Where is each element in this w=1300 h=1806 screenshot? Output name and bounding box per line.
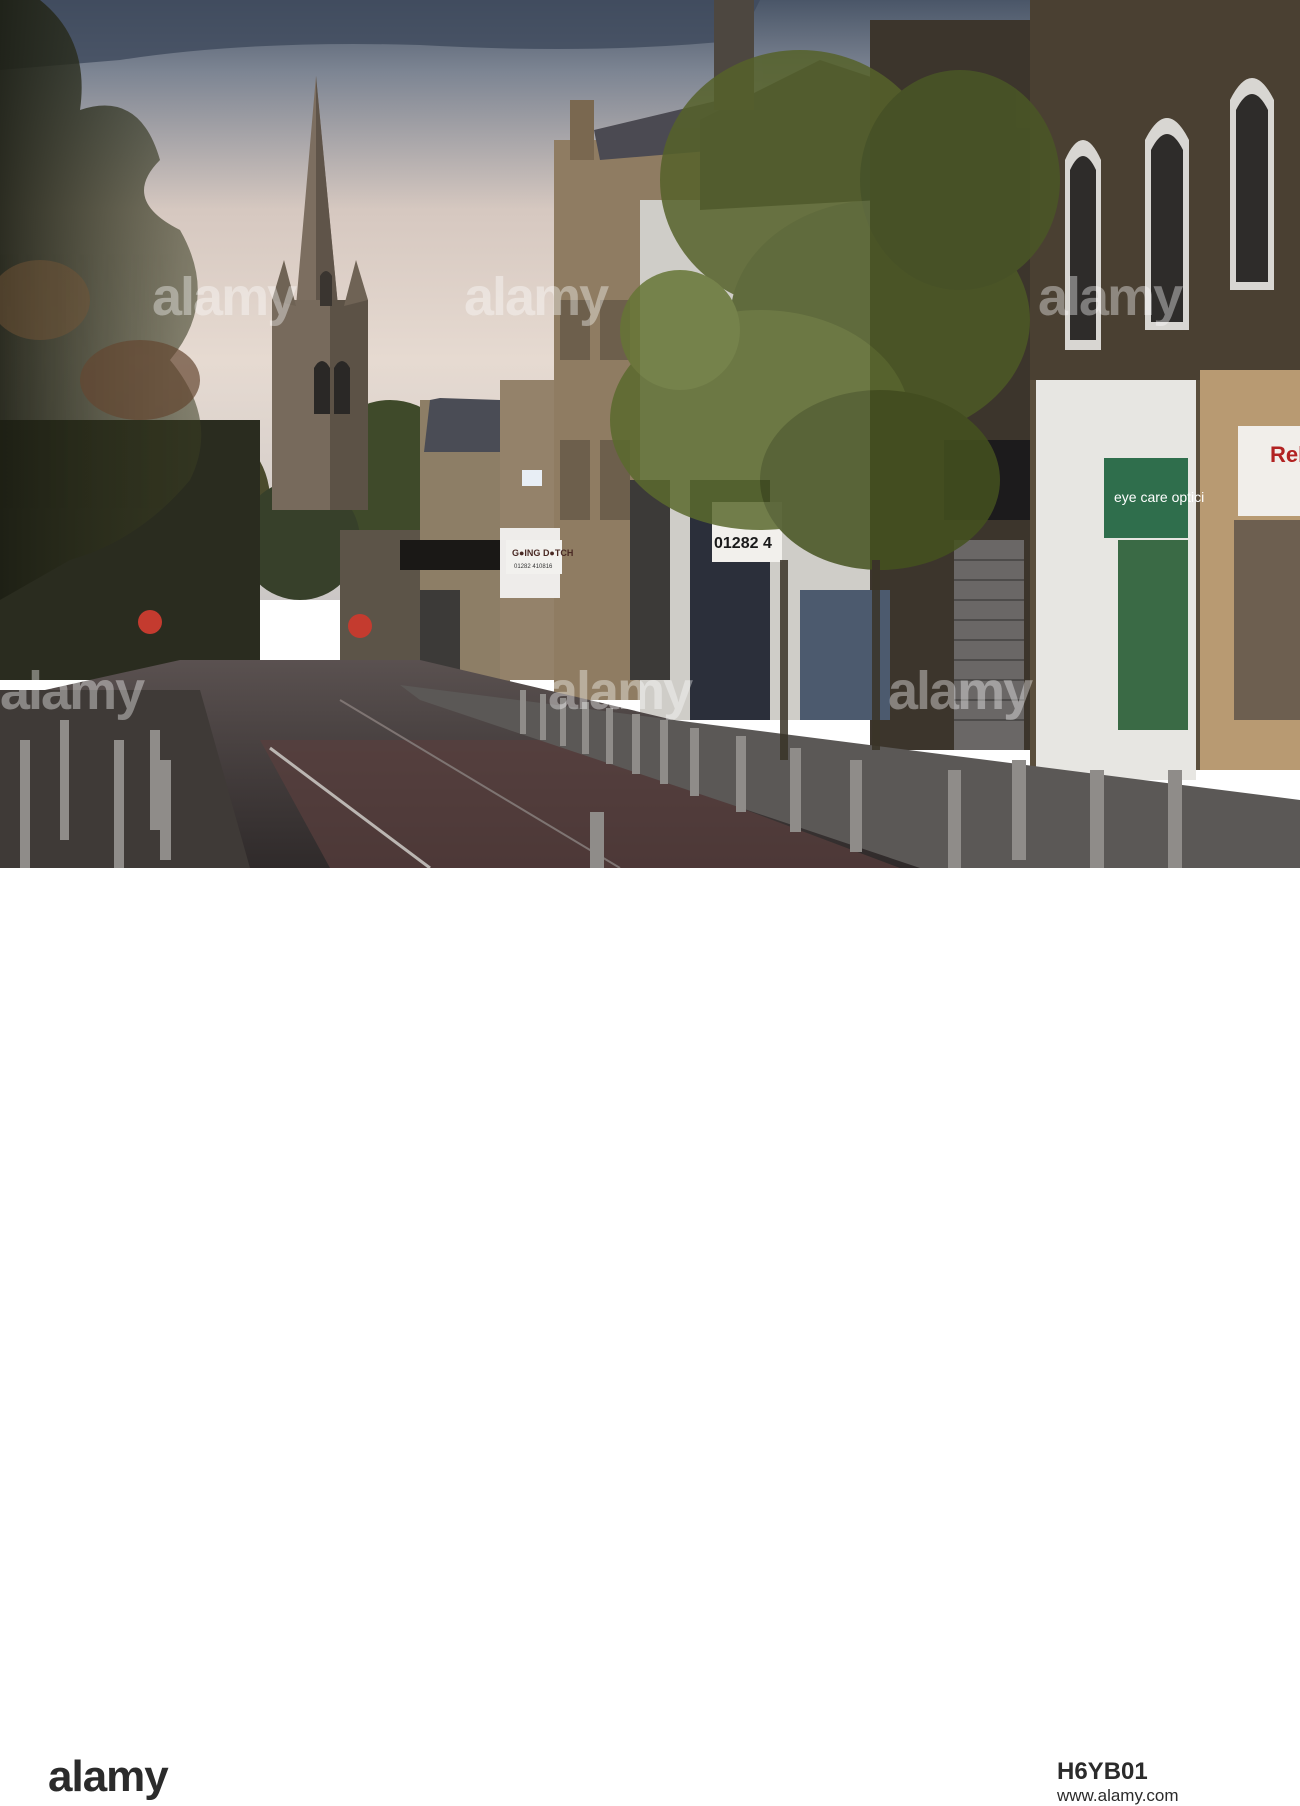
- site-url: www.alamy.com: [1057, 1786, 1179, 1805]
- going-dutch-sign: G●ING D●TCH: [512, 548, 573, 558]
- phone-sign: 01282 4: [714, 535, 772, 552]
- stock-footer: alamy H6YB01 www.alamy.com: [0, 868, 1300, 1805]
- alamy-logo: alamy: [48, 1752, 169, 1801]
- image-id: H6YB01: [1057, 1758, 1148, 1785]
- street-photo: G●ING D●TCH 01282 410816 eye care optici…: [0, 0, 1300, 868]
- going-dutch-phone: 01282 410816: [514, 564, 553, 570]
- eye-care-sign: eye care optici: [1114, 489, 1204, 505]
- reb-sign: Reb: [1270, 442, 1300, 467]
